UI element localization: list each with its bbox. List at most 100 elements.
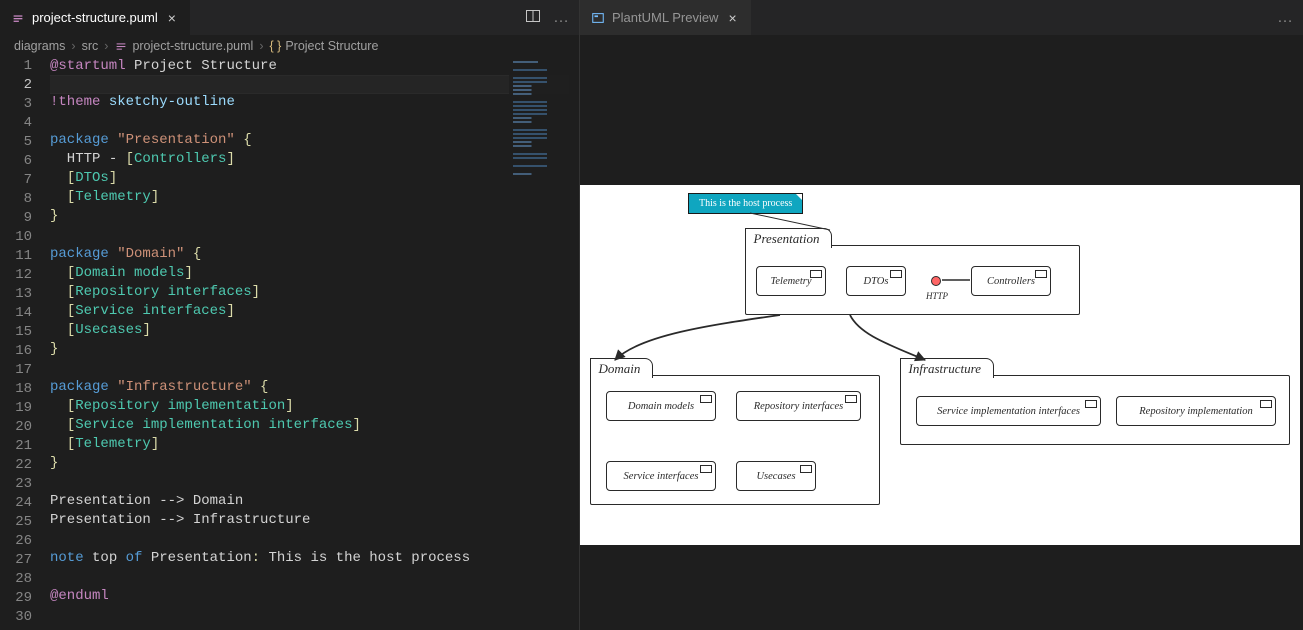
package-label: Infrastructure (900, 358, 994, 378)
code-line[interactable] (50, 606, 569, 625)
component-service-impl-interfaces: Service implementation interfaces (916, 396, 1101, 426)
code-line[interactable]: package "Domain" { (50, 245, 569, 264)
editor-tab-title: project-structure.puml (32, 10, 158, 25)
component-service-interfaces: Service interfaces (606, 461, 716, 491)
code-editor[interactable]: 1234567891011121314151617181920212223242… (0, 57, 579, 630)
code-line[interactable]: [Telemetry] (50, 435, 569, 454)
code-line[interactable]: !theme sketchy-outline (50, 93, 569, 112)
package-label: Domain (590, 358, 654, 378)
code-line[interactable] (50, 568, 569, 587)
package-presentation: Presentation Telemetry DTOs HTTP Control… (745, 245, 1080, 315)
line-number: 24 (0, 494, 32, 513)
line-number: 4 (0, 114, 32, 133)
code-line[interactable]: Presentation --> Infrastructure (50, 511, 569, 530)
component-repository-impl: Repository implementation (1116, 396, 1276, 426)
code-line[interactable]: [Domain models] (50, 264, 569, 283)
line-number: 23 (0, 475, 32, 494)
line-number: 17 (0, 361, 32, 380)
preview-canvas[interactable]: This is the host process Presentation Te… (580, 35, 1303, 630)
line-number: 22 (0, 456, 32, 475)
line-number: 28 (0, 570, 32, 589)
code-line[interactable]: [DTOs] (50, 169, 569, 188)
line-number: 12 (0, 266, 32, 285)
diagram-note: This is the host process (688, 193, 803, 214)
line-number: 13 (0, 285, 32, 304)
line-number: 20 (0, 418, 32, 437)
line-number: 9 (0, 209, 32, 228)
code-line[interactable]: [Repository implementation] (50, 397, 569, 416)
component-domain-models: Domain models (606, 391, 716, 421)
line-number: 19 (0, 399, 32, 418)
code-line[interactable]: [Service implementation interfaces] (50, 416, 569, 435)
preview-tab[interactable]: PlantUML Preview × (580, 0, 752, 35)
close-icon[interactable]: × (164, 10, 180, 26)
code-line[interactable]: } (50, 454, 569, 473)
code-line[interactable]: [Telemetry] (50, 188, 569, 207)
line-number: 5 (0, 133, 32, 152)
line-number: 25 (0, 513, 32, 532)
line-number: 30 (0, 608, 32, 627)
plantuml-diagram: This is the host process Presentation Te… (580, 185, 1300, 545)
more-actions-icon[interactable]: … (1277, 9, 1295, 27)
breadcrumb-part[interactable]: Project Structure (285, 39, 378, 53)
code-line[interactable]: package "Infrastructure" { (50, 378, 569, 397)
line-number: 26 (0, 532, 32, 551)
more-actions-icon[interactable]: … (553, 9, 571, 27)
package-domain: Domain Domain models Repository interfac… (590, 375, 880, 505)
line-number: 8 (0, 190, 32, 209)
editor-tab-bar: project-structure.puml × … (0, 0, 579, 35)
code-line[interactable] (50, 226, 569, 245)
line-number: 3 (0, 95, 32, 114)
breadcrumb-part[interactable]: project-structure.puml (132, 39, 253, 53)
interface-http-label: HTTP (926, 291, 948, 301)
code-line[interactable]: note top of Presentation: This is the ho… (50, 549, 569, 568)
code-line[interactable]: [Usecases] (50, 321, 569, 340)
interface-http (931, 276, 941, 286)
code-line[interactable] (50, 112, 569, 131)
code-line[interactable]: @startuml Project Structure (50, 57, 569, 76)
code-line[interactable]: Presentation --> Domain (50, 492, 569, 511)
code-line[interactable]: package "Presentation" { (50, 131, 569, 150)
code-line[interactable]: } (50, 340, 569, 359)
line-number: 29 (0, 589, 32, 608)
line-number: 16 (0, 342, 32, 361)
editor-pane: project-structure.puml × … diagrams › sr… (0, 0, 580, 630)
code-content[interactable]: @startuml Project Structure !theme sketch… (50, 57, 579, 630)
line-number: 10 (0, 228, 32, 247)
package-infrastructure: Infrastructure Service implementation in… (900, 375, 1290, 445)
code-line[interactable]: @enduml (50, 587, 569, 606)
line-number: 6 (0, 152, 32, 171)
close-icon[interactable]: × (724, 10, 740, 26)
breadcrumb-part[interactable]: src (82, 39, 99, 53)
file-icon (114, 39, 128, 53)
line-number: 1 (0, 57, 32, 76)
editor-tab[interactable]: project-structure.puml × (0, 0, 191, 35)
code-line[interactable]: HTTP - [Controllers] (50, 150, 569, 169)
code-line[interactable]: } (50, 207, 569, 226)
preview-icon (590, 10, 606, 26)
breadcrumb-part[interactable]: diagrams (14, 39, 65, 53)
line-number: 2 (0, 76, 32, 95)
minimap[interactable] (509, 57, 579, 197)
preview-pane: PlantUML Preview × … This is the host pr… (580, 0, 1303, 630)
breadcrumb[interactable]: diagrams › src › project-structure.puml … (0, 35, 579, 57)
line-number: 7 (0, 171, 32, 190)
code-line[interactable] (50, 359, 569, 378)
chevron-right-icon: › (257, 39, 265, 53)
preview-tab-title: PlantUML Preview (612, 10, 718, 25)
line-number: 11 (0, 247, 32, 266)
component-repository-interfaces: Repository interfaces (736, 391, 861, 421)
code-line[interactable]: [Repository interfaces] (50, 283, 569, 302)
line-number-gutter: 1234567891011121314151617181920212223242… (0, 57, 50, 630)
line-number: 18 (0, 380, 32, 399)
editor-tab-actions: … (525, 8, 571, 27)
code-line[interactable] (50, 75, 569, 94)
code-line[interactable] (50, 530, 569, 549)
package-label: Presentation (745, 228, 833, 248)
line-number: 27 (0, 551, 32, 570)
component-usecases: Usecases (736, 461, 816, 491)
code-line[interactable]: [Service interfaces] (50, 302, 569, 321)
split-editor-icon[interactable] (525, 8, 541, 27)
component-telemetry: Telemetry (756, 266, 826, 296)
code-line[interactable] (50, 473, 569, 492)
